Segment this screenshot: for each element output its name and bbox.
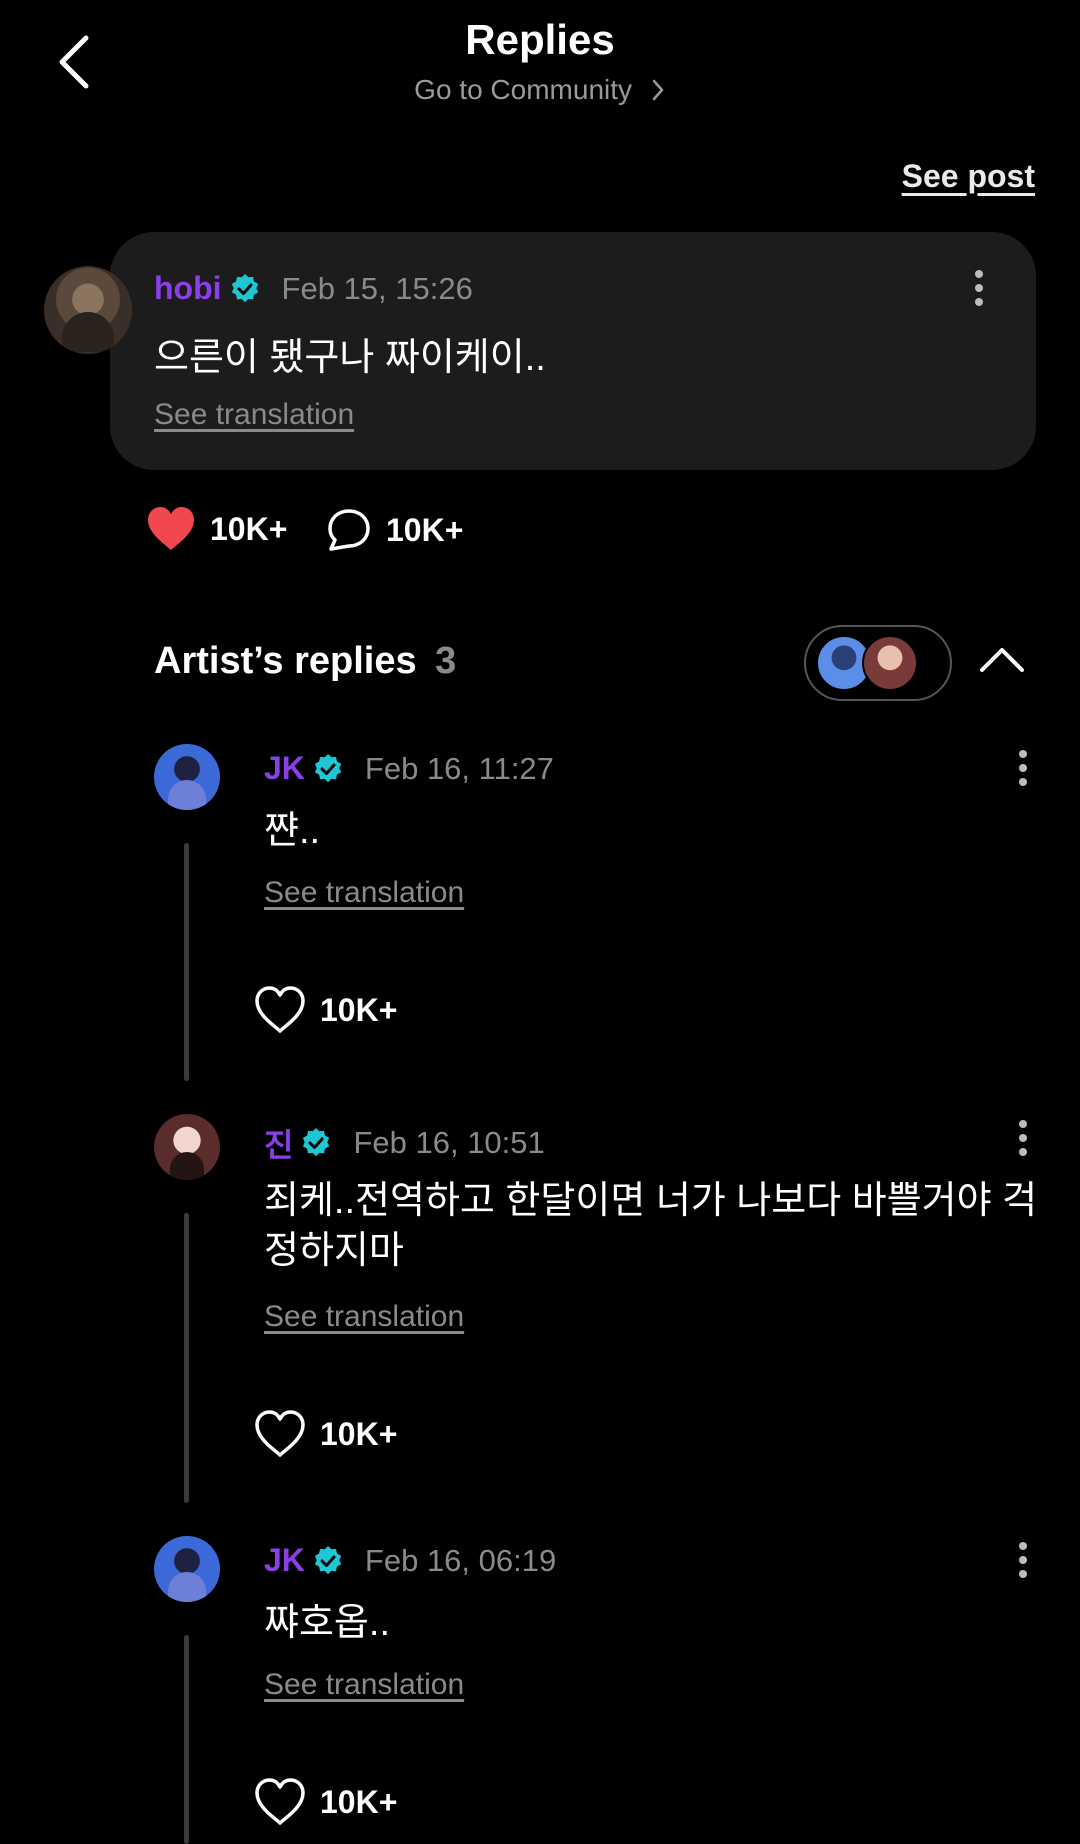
reply-like-button[interactable]: 10K+ <box>254 1410 397 1458</box>
reply-more-button[interactable] <box>1008 1116 1038 1160</box>
see-post-link[interactable]: See post <box>902 158 1035 195</box>
chevron-right-icon <box>652 79 664 101</box>
post-author-name[interactable]: hobi <box>154 270 222 307</box>
reply-text: 죄케..전역하고 한달이면 너가 나보다 바쁠거야 걱정하지마 <box>264 1180 1038 1272</box>
post-text: 으른이 됐구나 짜이케이.. <box>154 337 546 379</box>
thread-line <box>184 1213 189 1503</box>
heart-outline-icon <box>255 1410 305 1457</box>
reply-see-translation[interactable]: See translation <box>264 1668 464 1702</box>
verified-badge-icon <box>303 1128 330 1157</box>
reply-text: 쨔호옵.. <box>264 1602 390 1644</box>
post-author-row: hobi Feb 15, 15:26 <box>154 270 473 307</box>
reply-author-row: JK Feb 16, 11:27 <box>264 750 554 787</box>
artist-replies-label: Artist’s replies <box>154 640 417 682</box>
reply-like-count: 10K+ <box>320 1415 398 1452</box>
heart-outline-icon <box>255 1778 305 1825</box>
reply-see-translation[interactable]: See translation <box>264 876 464 910</box>
reply-timestamp: Feb 16, 11:27 <box>364 750 554 786</box>
artist-replies-count: 3 <box>435 640 457 682</box>
artist-replies-heading: Artist’s replies 3 <box>154 640 456 683</box>
post-timestamp: Feb 15, 15:26 <box>281 270 473 306</box>
avatar[interactable] <box>44 266 132 354</box>
artist-avatars-pill[interactable] <box>804 625 952 701</box>
avatar[interactable] <box>154 1536 220 1602</box>
avatar[interactable] <box>154 1114 220 1180</box>
post-see-translation[interactable]: See translation <box>154 398 354 432</box>
reply-author-name[interactable]: JK <box>264 1542 305 1579</box>
go-to-community-label: Go to Community <box>414 74 633 105</box>
avatar <box>862 635 918 691</box>
verified-badge-icon <box>314 1545 342 1574</box>
reply-like-count: 10K+ <box>320 991 398 1028</box>
thread-line <box>184 1635 189 1844</box>
reply-see-translation[interactable]: See translation <box>264 1300 464 1334</box>
page-title: Replies <box>465 16 615 63</box>
reply-author-name[interactable]: 진 <box>264 1120 293 1166</box>
reply-timestamp: Feb 16, 06:19 <box>364 1542 557 1578</box>
heart-filled-icon <box>148 507 194 550</box>
verified-badge-icon <box>231 273 258 302</box>
reply-timestamp: Feb 16, 10:51 <box>353 1125 545 1160</box>
reply-text: 쨘.. <box>264 810 321 852</box>
avatar[interactable] <box>154 744 220 810</box>
thread-line <box>184 843 189 1081</box>
go-to-community-link[interactable]: Go to Community <box>0 74 1080 106</box>
reply-like-count: 10K+ <box>320 1783 398 1820</box>
collapse-replies-button[interactable] <box>978 640 1026 680</box>
chevron-up-icon <box>980 648 1024 672</box>
replies-screen: Replies Go to Community See post hobi Fe… <box>0 0 1080 1844</box>
reply-more-button[interactable] <box>1008 746 1038 790</box>
heart-outline-icon <box>255 986 305 1033</box>
verified-badge-icon <box>314 753 342 782</box>
reply-like-button[interactable]: 10K+ <box>254 1778 397 1826</box>
post-like-count: 10K+ <box>210 510 288 547</box>
post-like-button[interactable]: 10K+ <box>146 506 287 552</box>
reply-like-button[interactable]: 10K+ <box>254 986 397 1034</box>
reply-author-name[interactable]: JK <box>264 750 305 787</box>
post-comment-button[interactable]: 10K+ <box>326 507 463 553</box>
post-comment-count: 10K+ <box>386 511 464 548</box>
comment-bubble-icon <box>328 509 370 551</box>
reply-more-button[interactable] <box>1008 1538 1038 1582</box>
reply-author-row: JK Feb 16, 06:19 <box>264 1542 556 1579</box>
post-more-button[interactable] <box>964 266 994 310</box>
reply-author-row: 진 Feb 16, 10:51 <box>264 1120 545 1166</box>
